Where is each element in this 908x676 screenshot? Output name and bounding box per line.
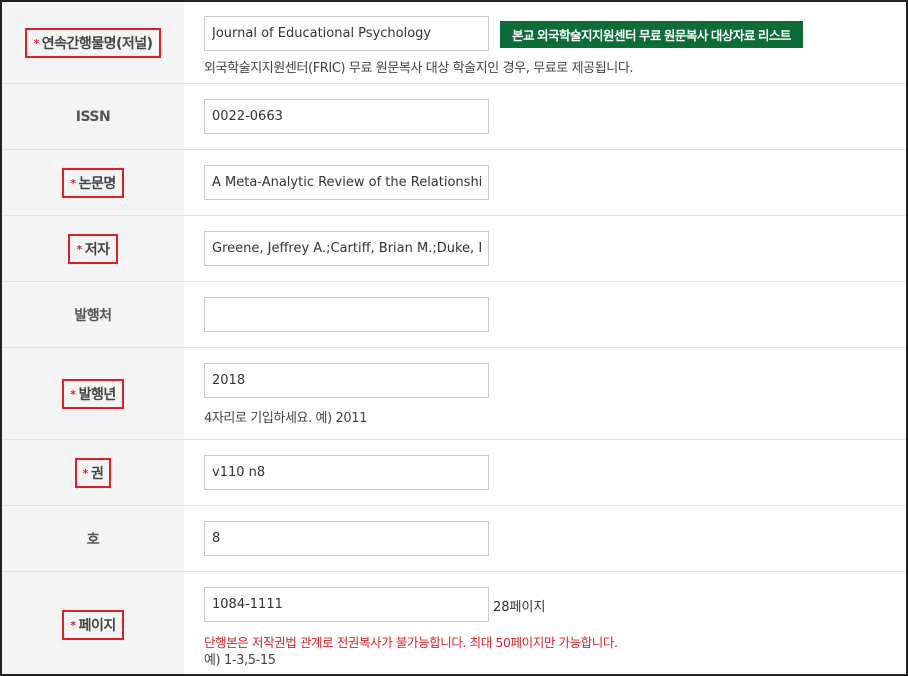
- field-cell-publisher: [184, 282, 906, 347]
- label-title-text: 논문명: [78, 175, 117, 192]
- article-title-input[interactable]: [204, 165, 489, 200]
- row-pages: *페이지 28페이지 단행본은 저작권법 관계로 전권복사가 불가능합니다. 최…: [2, 572, 906, 674]
- label-cell-publisher: 발행처: [2, 282, 184, 347]
- label-issue: 호: [86, 531, 100, 548]
- label-pages: * 페이지: [62, 610, 124, 640]
- label-pages-text: 페이지: [78, 618, 117, 634]
- required-star: *: [70, 387, 76, 401]
- row-author: * 저자: [2, 216, 906, 282]
- issue-input[interactable]: [204, 521, 489, 556]
- label-author: * 저자: [68, 233, 118, 264]
- label-title: * 논문명: [62, 167, 124, 198]
- author-input[interactable]: [204, 231, 489, 266]
- field-cell-issue: [184, 506, 906, 571]
- row-volume: * 권: [2, 440, 906, 506]
- year-note: 4자리로 기입하세요. 예) 2011: [204, 411, 367, 426]
- copy-request-form: *연속간행물명(저널) 본교 외국학술지지원센터 무료 원문복사 대상자료 리스…: [0, 0, 908, 676]
- label-author-text: 저자: [84, 241, 110, 258]
- label-issn: ISSN: [75, 108, 111, 125]
- label-volume-text: 권: [90, 465, 104, 482]
- label-journal-text: 연속간행물명(저널): [41, 35, 153, 52]
- required-star: *: [70, 619, 76, 632]
- required-star: *: [76, 242, 82, 256]
- journal-note: 외국학술지지원센터(FRIC) 무료 원문복사 대상 학술지인 경우, 무료로 …: [204, 61, 634, 76]
- row-issue: 호: [2, 506, 906, 572]
- field-cell-year: 4자리로 기입하세요. 예) 2011: [184, 348, 906, 439]
- field-cell-title: [184, 150, 906, 215]
- label-year-text: 발행년: [78, 386, 117, 403]
- label-publisher: 발행처: [74, 307, 112, 324]
- required-star: *: [33, 36, 39, 50]
- label-cell-issue: 호: [2, 506, 184, 571]
- label-cell-volume: * 권: [2, 440, 184, 505]
- label-volume: * 권: [74, 457, 112, 488]
- label-cell-year: * 발행년: [2, 348, 184, 439]
- field-cell-journal: 본교 외국학술지지원센터 무료 원문복사 대상자료 리스트 외국학술지지원센터(…: [184, 2, 906, 83]
- field-cell-pages: 28페이지 단행본은 저작권법 관계로 전권복사가 불가능합니다. 최대 50페…: [184, 572, 906, 674]
- required-star: *: [70, 176, 76, 190]
- volume-input[interactable]: [204, 455, 489, 490]
- field-cell-issn: [184, 84, 906, 149]
- label-year: * 발행년: [62, 378, 124, 409]
- field-cell-volume: [184, 440, 906, 505]
- row-issn: ISSN: [2, 84, 906, 150]
- required-star: *: [82, 466, 89, 480]
- year-input[interactable]: [204, 363, 489, 398]
- label-cell-journal: * 연속간행물명(저널): [2, 2, 184, 83]
- label-journal: * 연속간행물명(저널): [25, 27, 161, 58]
- row-journal: *연속간행물명(저널) 본교 외국학술지지원센터 무료 원문복사 대상자료 리스…: [2, 2, 906, 84]
- journal-input[interactable]: [204, 16, 489, 51]
- fric-list-button[interactable]: 본교 외국학술지지원센터 무료 원문복사 대상자료 리스트: [500, 21, 803, 48]
- pages-example: 예) 1-3,5-15: [204, 653, 276, 668]
- page-count: 28페이지: [493, 600, 546, 615]
- label-cell-issn: ISSN: [2, 84, 184, 149]
- issn-input[interactable]: [204, 99, 489, 134]
- pages-input[interactable]: [204, 587, 489, 622]
- field-cell-author: [184, 216, 906, 281]
- row-year: *발행년 4자리로 기입하세요. 예) 2011: [2, 348, 906, 440]
- row-publisher: 발행처: [2, 282, 906, 348]
- row-title: * 논문명: [2, 150, 906, 216]
- label-cell-title: * 논문명: [2, 150, 184, 215]
- publisher-input[interactable]: [204, 297, 489, 332]
- label-cell-pages: * 페이지: [2, 572, 184, 674]
- label-cell-author: * 저자: [2, 216, 184, 281]
